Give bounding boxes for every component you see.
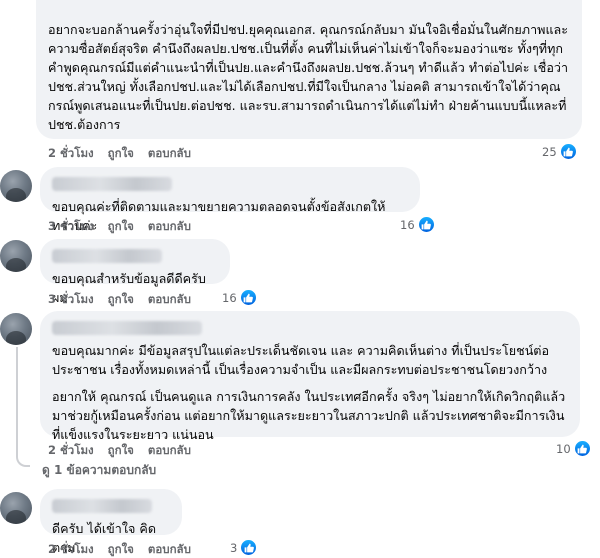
comment-bubble: ขอบคุณค่ะที่ติดตามและมาขยายความตลอดจนตั้… <box>40 167 420 233</box>
reaction-summary[interactable]: 3 <box>230 539 258 556</box>
reaction-count: 25 <box>542 144 557 159</box>
avatar[interactable] <box>0 240 32 272</box>
reaction-count: 16 <box>222 290 237 305</box>
comment-time[interactable]: 2 ชั่วโมง <box>48 145 94 163</box>
reaction-summary[interactable]: 10 <box>556 440 591 457</box>
reply-connector <box>16 455 30 467</box>
like-thumb-icon <box>417 216 435 233</box>
reaction-summary[interactable]: 16 <box>222 289 257 306</box>
like-thumb-icon <box>240 539 258 556</box>
reaction-count: 10 <box>556 441 571 456</box>
comment-time[interactable]: 2 ชั่วโมง <box>48 541 94 558</box>
comment-text: อยากให้ คุณกรณ์ เป็นคนดูแล การเงินการคลั… <box>52 389 566 442</box>
like-thumb-icon <box>573 440 591 457</box>
thread-line <box>16 347 18 455</box>
comment-bubble: ดีครับ ได้เข้าใจ คิดตาม <box>40 489 182 555</box>
reaction-summary[interactable]: 25 <box>542 143 577 160</box>
comment-text: อยากจะบอกล้านครั้งว่าอุ่นใจที่มีปชป.ยุคค… <box>48 22 569 132</box>
comment-bubble: ขอบคุณมากค่ะ มีข้อมูลสรุปในแต่ละประเด็นช… <box>40 311 580 442</box>
comment-time[interactable]: 3 ชั่วโมง <box>48 218 94 236</box>
like-button[interactable]: ถูกใจ <box>108 145 134 163</box>
comment-bubble: อยากจะบอกล้านครั้งว่าอุ่นใจที่มีปชป.ยุคค… <box>36 0 582 139</box>
avatar[interactable] <box>0 492 32 524</box>
like-thumb-icon <box>559 143 577 160</box>
reply-button[interactable]: ตอบกลับ <box>148 218 191 236</box>
comment-actions: 2 ชั่วโมง ถูกใจ ตอบกลับ <box>48 442 191 460</box>
comment-actions: 3 ชั่วโมง ถูกใจ ตอบกลับ <box>48 291 191 309</box>
reaction-count: 16 <box>400 217 415 232</box>
reply-button[interactable]: ตอบกลับ <box>148 145 191 163</box>
like-button[interactable]: ถูกใจ <box>108 442 134 460</box>
like-button[interactable]: ถูกใจ <box>108 291 134 309</box>
author-name[interactable] <box>52 177 172 191</box>
comment-text: ขอบคุณมากค่ะ มีข้อมูลสรุปในแต่ละประเด็นช… <box>52 343 550 377</box>
reply-button[interactable]: ตอบกลับ <box>148 541 191 558</box>
author-name[interactable] <box>52 249 162 263</box>
comment-time[interactable]: 3 ชั่วโมง <box>48 291 94 309</box>
view-replies-link[interactable]: ดู 1 ข้อความตอบกลับ <box>42 461 156 480</box>
comment-actions: 2 ชั่วโมง ถูกใจ ตอบกลับ <box>48 541 191 558</box>
like-button[interactable]: ถูกใจ <box>108 541 134 558</box>
reply-button[interactable]: ตอบกลับ <box>148 442 191 460</box>
like-button[interactable]: ถูกใจ <box>108 218 134 236</box>
author-name[interactable] <box>52 321 202 335</box>
reaction-count: 3 <box>230 540 238 555</box>
comment-bubble: ขอบคุณสำหรับข้อมูลดีดีครับผม <box>40 239 230 305</box>
reaction-summary[interactable]: 16 <box>400 216 435 233</box>
comment-time[interactable]: 2 ชั่วโมง <box>48 442 94 460</box>
comment-actions: 3 ชั่วโมง ถูกใจ ตอบกลับ <box>48 218 191 236</box>
reply-button[interactable]: ตอบกลับ <box>148 291 191 309</box>
avatar[interactable] <box>0 313 32 345</box>
comment-actions: 2 ชั่วโมง ถูกใจ ตอบกลับ <box>48 145 191 163</box>
like-thumb-icon <box>239 289 257 306</box>
avatar[interactable] <box>0 170 32 202</box>
author-name[interactable] <box>52 499 152 513</box>
